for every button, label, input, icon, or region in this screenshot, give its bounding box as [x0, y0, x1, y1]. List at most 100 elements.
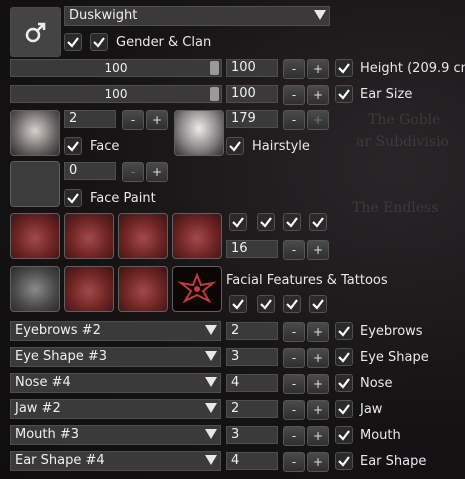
mouth-minus-button[interactable]: - [283, 426, 305, 446]
hairstyle-checkbox[interactable] [226, 137, 244, 155]
facial-features-value[interactable]: 16 [226, 240, 278, 258]
ear-shape-value[interactable]: 4 [226, 452, 278, 470]
facial-feature-checkbox-2[interactable] [257, 213, 275, 231]
eyebrows-minus-button[interactable]: - [283, 322, 305, 342]
face-checkbox[interactable] [64, 137, 82, 155]
eye-shape-dropdown[interactable]: Eye Shape #3 [10, 347, 221, 367]
facial-feature-option-2-icon[interactable] [64, 213, 114, 259]
ear-shape-minus-button[interactable]: - [283, 452, 305, 472]
jaw-value[interactable]: 2 [226, 400, 278, 418]
facial-feature-option-7-icon[interactable] [118, 266, 168, 312]
height-slider[interactable]: 100 [10, 59, 222, 77]
facial-feature-checkbox-8[interactable] [309, 295, 327, 313]
height-slider-value: 100 [104, 61, 128, 75]
face-paint-value[interactable]: 0 [64, 162, 116, 180]
jaw-minus-button[interactable]: - [283, 400, 305, 420]
ear-size-slider-thumb[interactable] [210, 87, 219, 101]
background-text-2: ar Subdivisio [356, 134, 449, 150]
facial-feature-option-1-icon[interactable] [10, 213, 60, 259]
ear-size-checkbox[interactable] [335, 85, 353, 103]
jaw-checkbox[interactable] [335, 400, 353, 418]
gender-clan-label: Gender & Clan [116, 35, 212, 50]
eyebrows-dropdown[interactable]: Eyebrows #2 [10, 321, 221, 341]
facial-feature-option-5-icon[interactable] [10, 266, 60, 312]
facial-feature-checkbox-3[interactable] [283, 213, 301, 231]
nose-dropdown[interactable]: Nose #4 [10, 373, 221, 393]
eyebrows-plus-button[interactable]: + [307, 322, 329, 342]
nose-value[interactable]: 4 [226, 374, 278, 392]
ear-shape-label: Ear Shape [360, 454, 427, 469]
hairstyle-value[interactable]: 179 [226, 110, 278, 128]
ear-size-slider[interactable]: 100 [10, 85, 222, 103]
face-plus-button[interactable]: + [146, 110, 168, 130]
hairstyle-plus-button[interactable]: + [307, 110, 329, 130]
race-dropdown[interactable]: Duskwight [64, 6, 330, 26]
race-dropdown-value: Duskwight [69, 8, 138, 23]
hairstyle-preview-icon[interactable] [174, 110, 224, 156]
checkmark-icon [232, 217, 244, 228]
facial-features-minus-button[interactable]: - [283, 240, 305, 260]
facial-feature-option-4-icon[interactable] [172, 213, 222, 259]
gender-clan-checkbox-2[interactable] [90, 33, 108, 51]
nose-minus-button[interactable]: - [283, 374, 305, 394]
checkmark-icon [338, 430, 350, 441]
triangle-down-icon [205, 403, 217, 413]
mouth-dropdown[interactable]: Mouth #3 [10, 425, 221, 445]
mouth-plus-button[interactable]: + [307, 426, 329, 446]
facial-feature-checkbox-5[interactable] [229, 295, 247, 313]
nose-checkbox[interactable] [335, 374, 353, 392]
height-plus-button[interactable]: + [307, 59, 329, 79]
ear-size-slider-value: 100 [104, 87, 128, 101]
eye-shape-value[interactable]: 3 [226, 348, 278, 366]
facial-feature-checkbox-7[interactable] [283, 295, 301, 313]
height-value[interactable]: 100 [226, 59, 278, 77]
gender-clan-checkbox-1[interactable] [64, 33, 82, 51]
gender-button[interactable] [10, 7, 61, 57]
height-slider-thumb[interactable] [210, 61, 219, 75]
face-minus-button[interactable]: - [122, 110, 144, 130]
eye-shape-plus-button[interactable]: + [307, 348, 329, 368]
checkmark-icon [338, 404, 350, 415]
ear-size-label: Ear Size [360, 87, 413, 102]
nose-label: Nose [360, 376, 393, 391]
ear-size-minus-button[interactable]: - [283, 85, 305, 105]
mouth-checkbox[interactable] [335, 426, 353, 444]
mouth-dropdown-value: Mouth #3 [15, 427, 80, 442]
background-text-1: The Goble [368, 112, 441, 128]
checkmark-icon [338, 326, 350, 337]
face-preview-icon[interactable] [10, 110, 60, 156]
checkmark-icon [338, 352, 350, 363]
facial-feature-checkbox-4[interactable] [309, 213, 327, 231]
ear-shape-dropdown-value: Ear Shape #4 [15, 453, 105, 468]
facial-feature-option-3-icon[interactable] [118, 213, 168, 259]
facial-feature-checkbox-6[interactable] [257, 295, 275, 313]
eye-shape-minus-button[interactable]: - [283, 348, 305, 368]
height-checkbox[interactable] [335, 59, 353, 77]
eyebrows-value[interactable]: 2 [226, 322, 278, 340]
ear-shape-dropdown[interactable]: Ear Shape #4 [10, 451, 221, 471]
facial-feature-option-6-icon[interactable] [64, 266, 114, 312]
facial-feature-checkbox-1[interactable] [229, 213, 247, 231]
face-paint-checkbox[interactable] [64, 189, 82, 207]
checkmark-icon [286, 217, 298, 228]
face-paint-preview-icon[interactable] [10, 161, 60, 207]
jaw-dropdown[interactable]: Jaw #2 [10, 399, 221, 419]
checkmark-icon [312, 217, 324, 228]
ear-size-plus-button[interactable]: + [307, 85, 329, 105]
facial-features-plus-button[interactable]: + [307, 240, 329, 260]
eye-shape-checkbox[interactable] [335, 348, 353, 366]
nose-plus-button[interactable]: + [307, 374, 329, 394]
height-minus-button[interactable]: - [283, 59, 305, 79]
eyebrows-checkbox[interactable] [335, 322, 353, 340]
mouth-value[interactable]: 3 [226, 426, 278, 444]
checkmark-icon [67, 37, 79, 48]
ear-size-value[interactable]: 100 [226, 85, 278, 103]
face-paint-minus-button[interactable]: - [122, 162, 144, 182]
ear-shape-plus-button[interactable]: + [307, 452, 329, 472]
hairstyle-minus-button[interactable]: - [283, 110, 305, 130]
jaw-plus-button[interactable]: + [307, 400, 329, 420]
ear-shape-checkbox[interactable] [335, 452, 353, 470]
face-paint-plus-button[interactable]: + [146, 162, 168, 182]
face-value[interactable]: 2 [64, 110, 116, 128]
tattoo-option-icon[interactable] [172, 266, 222, 312]
